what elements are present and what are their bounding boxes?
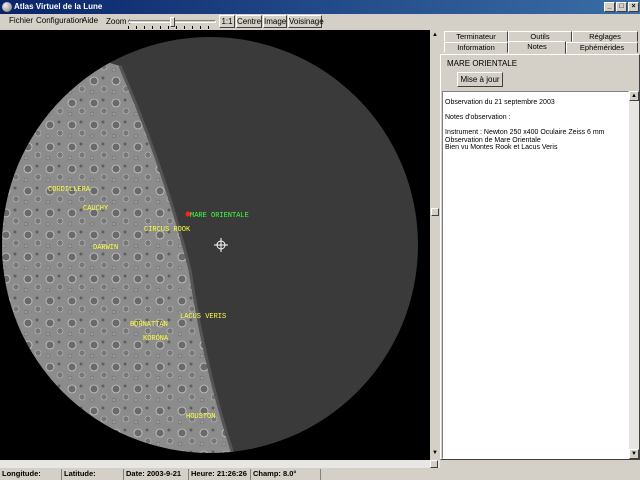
hscroll-thumb[interactable] <box>430 460 438 468</box>
tab-ephemerides[interactable]: Ephémérides <box>566 42 638 53</box>
close-icon[interactable]: × <box>628 2 639 12</box>
menu-fichier[interactable]: Fichier <box>9 16 33 25</box>
image-button[interactable]: Image <box>263 15 287 28</box>
map-label-bornattan[interactable]: BORNATTAN <box>130 321 168 329</box>
notes-textarea[interactable]: Observation du 21 septembre 2003 Notes d… <box>442 91 629 459</box>
status-date: Date: 2003-9-21 <box>124 469 189 480</box>
scroll-up-icon[interactable]: ▲ <box>432 32 438 38</box>
notes-line: Notes d'observation : <box>445 114 511 121</box>
map-hscrollbar[interactable] <box>0 460 440 468</box>
scroll-down-icon[interactable]: ▼ <box>629 449 639 459</box>
notes-line: Observation du 21 septembre 2003 <box>445 99 555 106</box>
map-label-circus-rook[interactable]: CIRCUS ROOK <box>144 226 191 234</box>
notes-line <box>445 107 626 115</box>
window-title: Atlas Virtuel de la Lune <box>14 2 103 11</box>
menu-configuration[interactable]: Configuration <box>36 16 84 25</box>
center-button[interactable]: Centre <box>236 15 262 28</box>
notes-scrollbar[interactable]: ▲ ▼ <box>629 91 639 459</box>
scroll-down-icon[interactable]: ▼ <box>432 450 438 456</box>
status-longitude: Longitude: <box>0 469 62 480</box>
notes-line: Instrument : Newton 250 x400 Oculaire Ze… <box>445 129 605 136</box>
tab-information[interactable]: Information <box>444 42 508 53</box>
status-bar: Longitude: Latitude: Date: 2003-9-21 Heu… <box>0 469 640 480</box>
panel-splitter[interactable]: ▲ ▼ <box>430 30 440 460</box>
notes-line: Bien vu Montes Rook et Lacus Veris <box>445 144 558 151</box>
notes-line: Observation de Mare Orientale <box>445 136 541 144</box>
map-label-houston[interactable]: HOUSTON <box>186 413 215 421</box>
scroll-up-icon[interactable]: ▲ <box>629 91 639 101</box>
map-label-cordillera[interactable]: CORDILLERA <box>48 186 91 194</box>
tab-terminateur[interactable]: Terminateur <box>444 31 508 42</box>
maximize-icon[interactable]: □ <box>616 2 627 12</box>
map-label-cauchy[interactable]: CAUCHY <box>83 205 109 213</box>
status-field: Champ: 8.0° <box>251 469 321 480</box>
feature-name: MARE ORIENTALE <box>447 59 518 68</box>
map-label-mare-orientale[interactable]: MARE ORIENTALE <box>190 212 249 220</box>
map-label-lacus-veris[interactable]: LACUS VERIS <box>180 313 226 321</box>
status-time: Heure: 21:26:26 <box>189 469 251 480</box>
title-bar: Atlas Virtuel de la Lune _ □ × <box>0 0 640 14</box>
tab-reglages[interactable]: Réglages <box>572 31 638 42</box>
notes-line <box>445 122 626 130</box>
moon-map-svg: MARE ORIENTALE CIRCUS ROOK LACUS VERIS K… <box>0 30 430 460</box>
side-panel: Terminateur Outils Réglages Information … <box>440 30 640 460</box>
minimize-icon[interactable]: _ <box>604 2 615 12</box>
tab-notes[interactable]: Notes <box>508 41 566 54</box>
menu-bar: Fichier Configuration Aide Zoom : 1:1 Ce… <box>0 14 640 29</box>
neighborhood-button[interactable]: Voisinage <box>288 15 324 28</box>
moon-map-view[interactable]: MARE ORIENTALE CIRCUS ROOK LACUS VERIS K… <box>0 30 430 460</box>
map-label-korona[interactable]: KORONA <box>143 335 169 343</box>
map-label-darwin[interactable]: DARWIN <box>93 244 118 252</box>
zoom-thumb[interactable] <box>170 17 175 27</box>
update-button[interactable]: Mise à jour <box>457 72 503 87</box>
ratio-button[interactable]: 1:1 <box>219 15 235 28</box>
moon-app-icon <box>2 2 12 12</box>
status-latitude: Latitude: <box>62 469 124 480</box>
splitter-grip[interactable] <box>431 208 439 216</box>
menu-aide[interactable]: Aide <box>82 16 98 25</box>
zoom-slider[interactable] <box>128 17 216 29</box>
notes-tab-body: MARE ORIENTALE Mise à jour Observation d… <box>440 54 640 460</box>
